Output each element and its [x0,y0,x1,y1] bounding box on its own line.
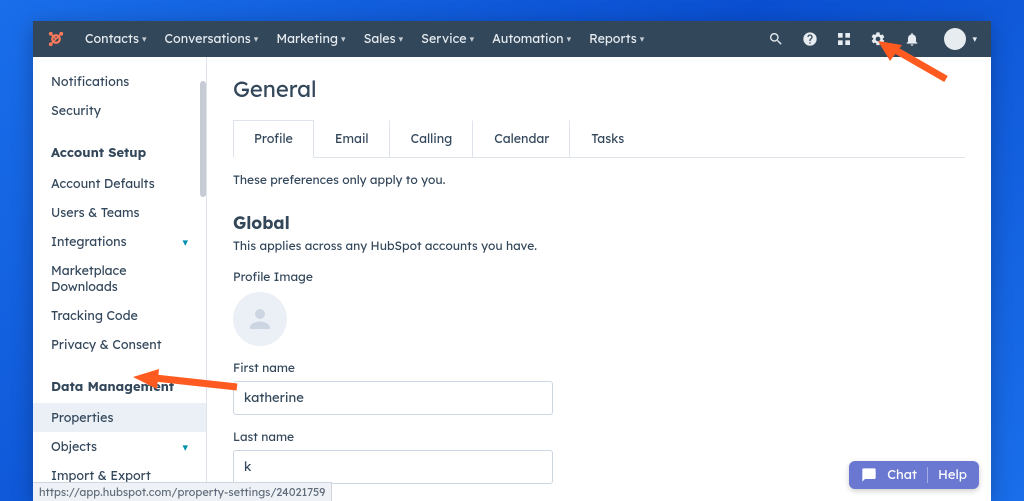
chevron-down-icon: ▾ [341,34,346,45]
profile-image-label: Profile Image [233,269,965,284]
tab-calling[interactable]: Calling [390,120,474,158]
chevron-down-icon: ▾ [640,34,645,45]
first-name-label: First name [233,360,965,375]
nav-service[interactable]: Service▾ [415,27,480,51]
chat-label: Chat [887,467,917,483]
chevron-down-icon: ▾ [182,235,188,249]
sidebar-item-notifications[interactable]: Notifications [33,67,206,96]
sidebar-header-account-setup: Account Setup [33,137,206,169]
global-section-title: Global [233,213,965,234]
bell-icon[interactable] [904,31,920,47]
sidebar-item-marketplace-downloads[interactable]: Marketplace Downloads [33,256,206,301]
chevron-down-icon: ▾ [567,34,572,45]
status-url-preview: https://app.hubspot.com/property-setting… [33,482,332,501]
chevron-down-icon: ▾ [972,34,977,45]
nav-automation[interactable]: Automation▾ [486,27,577,51]
hubspot-logo-icon[interactable] [47,30,65,48]
nav-contacts[interactable]: Contacts▾ [79,27,153,51]
tab-email[interactable]: Email [314,120,390,158]
help-label: Help [938,467,967,483]
person-icon [245,304,275,334]
help-circle-icon[interactable] [802,31,818,47]
sidebar-item-security[interactable]: Security [33,96,206,125]
global-section-subtitle: This applies across any HubSpot accounts… [233,238,965,253]
primary-nav: Contacts▾ Conversations▾ Marketing▾ Sale… [79,27,768,51]
divider [927,467,928,483]
tab-calendar[interactable]: Calendar [473,120,570,158]
tabs: Profile Email Calling Calendar Tasks [233,119,965,158]
nav-conversations[interactable]: Conversations▾ [159,27,265,51]
nav-right: ▾ [768,28,977,50]
tabs-subtext: These preferences only apply to you. [233,172,965,187]
nav-marketing[interactable]: Marketing▾ [270,27,351,51]
account-menu[interactable]: ▾ [938,28,977,50]
nav-sales[interactable]: Sales▾ [358,27,410,51]
tab-tasks[interactable]: Tasks [570,120,644,158]
sidebar-item-account-defaults[interactable]: Account Defaults [33,169,206,198]
chat-icon [861,467,877,483]
gear-icon[interactable] [870,31,886,47]
settings-sidebar: Notifications Security Account Setup Acc… [33,57,207,501]
chevron-down-icon: ▾ [142,34,147,45]
profile-image-upload[interactable] [233,292,287,346]
last-name-input[interactable] [233,450,553,484]
first-name-input[interactable] [233,381,553,415]
chevron-down-icon: ▾ [399,34,404,45]
sidebar-item-properties[interactable]: Properties [33,403,206,432]
top-navbar: Contacts▾ Conversations▾ Marketing▾ Sale… [33,21,991,57]
avatar-icon [944,28,966,50]
marketplace-icon[interactable] [836,31,852,47]
nav-reports[interactable]: Reports▾ [583,27,650,51]
tab-profile[interactable]: Profile [233,120,314,158]
page-title: General [233,75,965,103]
sidebar-item-tracking-code[interactable]: Tracking Code [33,301,206,330]
sidebar-item-users-teams[interactable]: Users & Teams [33,198,206,227]
sidebar-header-data-management: Data Management [33,371,206,403]
chevron-down-icon: ▾ [254,34,259,45]
sidebar-item-integrations[interactable]: Integrations▾ [33,227,206,256]
search-icon[interactable] [768,31,784,47]
main-content: General Profile Email Calling Calendar T… [207,57,991,501]
sidebar-item-privacy-consent[interactable]: Privacy & Consent [33,330,206,359]
help-widget[interactable]: Chat Help [849,461,979,489]
chevron-down-icon: ▾ [470,34,475,45]
scrollbar[interactable] [200,81,206,197]
sidebar-item-objects[interactable]: Objects▾ [33,432,206,461]
last-name-label: Last name [233,429,965,444]
chevron-down-icon: ▾ [182,440,188,454]
